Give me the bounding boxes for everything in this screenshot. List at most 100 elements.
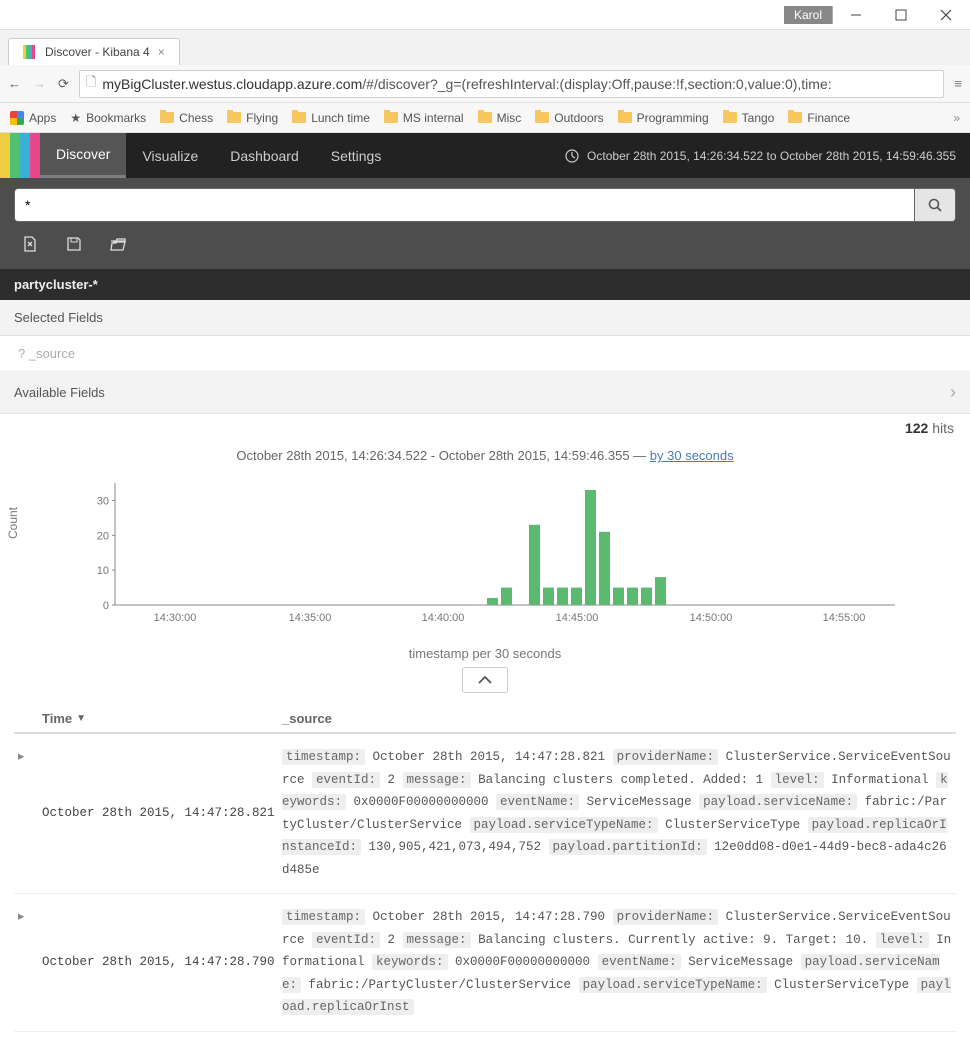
folder-icon [723, 112, 737, 123]
field-value: ServiceMessage [579, 795, 699, 809]
row-source: timestamp: October 28th 2015, 14:47:28.8… [282, 746, 952, 881]
bookmark-folder-misc[interactable]: Misc [478, 111, 522, 125]
bookmark-folder-ms[interactable]: MS internal [384, 111, 464, 125]
bookmark-folder-tango[interactable]: Tango [723, 111, 775, 125]
nav-settings[interactable]: Settings [315, 133, 398, 178]
results-table: Time ▼ _source ▸October 28th 2015, 14:47… [0, 699, 970, 1038]
svg-text:14:55:00: 14:55:00 [823, 612, 866, 624]
new-search-button[interactable] [22, 236, 38, 255]
histogram-bar[interactable] [641, 588, 652, 605]
field-value: 0x0000F00000000000 [448, 955, 598, 969]
histogram-bar[interactable] [627, 588, 638, 605]
bookmarks-bar: Apps ★Bookmarks Chess Flying Lunch time … [0, 103, 970, 133]
profile-badge[interactable]: Karol [784, 6, 833, 24]
expand-row-button[interactable]: ▸ [18, 746, 42, 881]
field-key: level: [771, 772, 824, 788]
selected-fields-label: Selected Fields [14, 310, 103, 325]
svg-text:30: 30 [97, 495, 109, 507]
histogram-bar[interactable] [571, 588, 582, 605]
page-icon: 🗋 [86, 73, 96, 95]
bookmark-folder-chess[interactable]: Chess [160, 111, 213, 125]
field-key: eventId: [312, 932, 380, 948]
available-fields-panel[interactable]: Available Fields › [0, 372, 970, 414]
bookmark-folder-flying[interactable]: Flying [227, 111, 278, 125]
apps-icon [10, 111, 24, 125]
tab-title: Discover - Kibana 4 [45, 45, 150, 59]
field-key: timestamp: [282, 909, 365, 925]
apps-shortcut[interactable]: Apps [10, 111, 56, 125]
histogram-chart[interactable]: 010203014:30:0014:35:0014:40:0014:45:001… [50, 475, 940, 635]
field-key: payload.serviceTypeName: [579, 977, 767, 993]
histogram-bar[interactable] [557, 588, 568, 605]
column-source[interactable]: _source [282, 711, 952, 726]
histogram-bar[interactable] [487, 598, 498, 605]
hits-label: hits [932, 420, 954, 436]
column-time[interactable]: Time ▼ [42, 711, 282, 726]
svg-text:14:35:00: 14:35:00 [289, 612, 332, 624]
field-value: Balancing clusters completed. Added: 1 [471, 773, 771, 787]
time-picker[interactable]: October 28th 2015, 14:26:34.522 to Octob… [551, 133, 970, 178]
nav-dashboard[interactable]: Dashboard [214, 133, 315, 178]
available-fields-label: Available Fields [14, 385, 105, 400]
hits-bar: 122 hits [0, 414, 970, 442]
field-key: payload.partitionId: [549, 839, 707, 855]
histogram-bar[interactable] [613, 588, 624, 605]
row-source: timestamp: October 28th 2015, 14:47:28.7… [282, 906, 952, 1019]
histogram-bar[interactable] [543, 588, 554, 605]
field-value: 2 [380, 933, 403, 947]
forward-button[interactable]: → [33, 76, 46, 92]
histogram-bar[interactable] [599, 532, 610, 605]
histogram-area: Count 010203014:30:0014:35:0014:40:0014:… [0, 469, 970, 646]
close-button[interactable] [923, 1, 968, 29]
browser-tab[interactable]: Discover - Kibana 4 × [8, 38, 180, 65]
field-value: October 28th 2015, 14:47:28.821 [365, 750, 613, 764]
expand-row-button[interactable]: ▸ [18, 906, 42, 1019]
address-bar[interactable]: 🗋 myBigCluster.westus.cloudapp.azure.com… [79, 70, 945, 98]
bookmark-folder-programming[interactable]: Programming [618, 111, 709, 125]
field-key: eventId: [312, 772, 380, 788]
maximize-button[interactable] [878, 1, 923, 29]
histogram-bar[interactable] [655, 577, 666, 605]
histogram-bar[interactable] [529, 525, 540, 605]
field-key: timestamp: [282, 749, 365, 765]
search-input[interactable] [14, 188, 914, 222]
y-axis-label: Count [6, 507, 20, 539]
hits-count: 122 [905, 420, 928, 436]
interval-link[interactable]: by 30 seconds [650, 448, 734, 463]
url-text: myBigCluster.westus.cloudapp.azure.com/#… [102, 76, 831, 92]
star-icon: ★ [70, 111, 81, 125]
minimize-button[interactable] [833, 1, 878, 29]
search-button[interactable] [914, 188, 956, 222]
field-value: ClusterServiceType [658, 818, 808, 832]
kibana-logo[interactable] [0, 133, 40, 178]
histogram-bar[interactable] [585, 490, 596, 605]
folder-icon [618, 112, 632, 123]
field-value: ClusterServiceType [767, 978, 917, 992]
chrome-menu-button[interactable]: ≡ [954, 76, 962, 91]
close-tab-icon[interactable]: × [158, 45, 165, 59]
nav-discover[interactable]: Discover [40, 133, 126, 178]
field-key: eventName: [598, 954, 681, 970]
table-row: ▸ October 28th 2015, 14:47:28.821 timesta… [14, 734, 956, 894]
svg-text:14:40:00: 14:40:00 [422, 612, 465, 624]
save-search-button[interactable] [66, 236, 82, 255]
field-value: 2 [380, 773, 403, 787]
field-value: 130,905,421,073,494,752 [361, 840, 549, 854]
nav-visualize[interactable]: Visualize [126, 133, 214, 178]
bookmark-folder-lunch[interactable]: Lunch time [292, 111, 370, 125]
search-area [0, 178, 970, 269]
row-time: October 28th 2015, 14:47:28.790 [42, 906, 282, 1019]
index-pattern[interactable]: partycluster-* [0, 269, 970, 300]
bookmark-folder-outdoors[interactable]: Outdoors [535, 111, 603, 125]
folder-icon [478, 112, 492, 123]
open-search-button[interactable] [110, 236, 126, 255]
collapse-chart-button[interactable] [462, 667, 508, 693]
bookmark-folder-finance[interactable]: Finance [788, 111, 850, 125]
source-field-item[interactable]: ? _source [0, 336, 970, 372]
histogram-bar[interactable] [501, 588, 512, 605]
back-button[interactable]: ← [8, 76, 21, 92]
kibana-nav: Discover Visualize Dashboard Settings [40, 133, 397, 178]
bookmarks-overflow[interactable]: » [953, 111, 960, 125]
bookmark-bookmarks[interactable]: ★Bookmarks [70, 111, 146, 125]
reload-button[interactable]: ⟳ [58, 76, 69, 92]
